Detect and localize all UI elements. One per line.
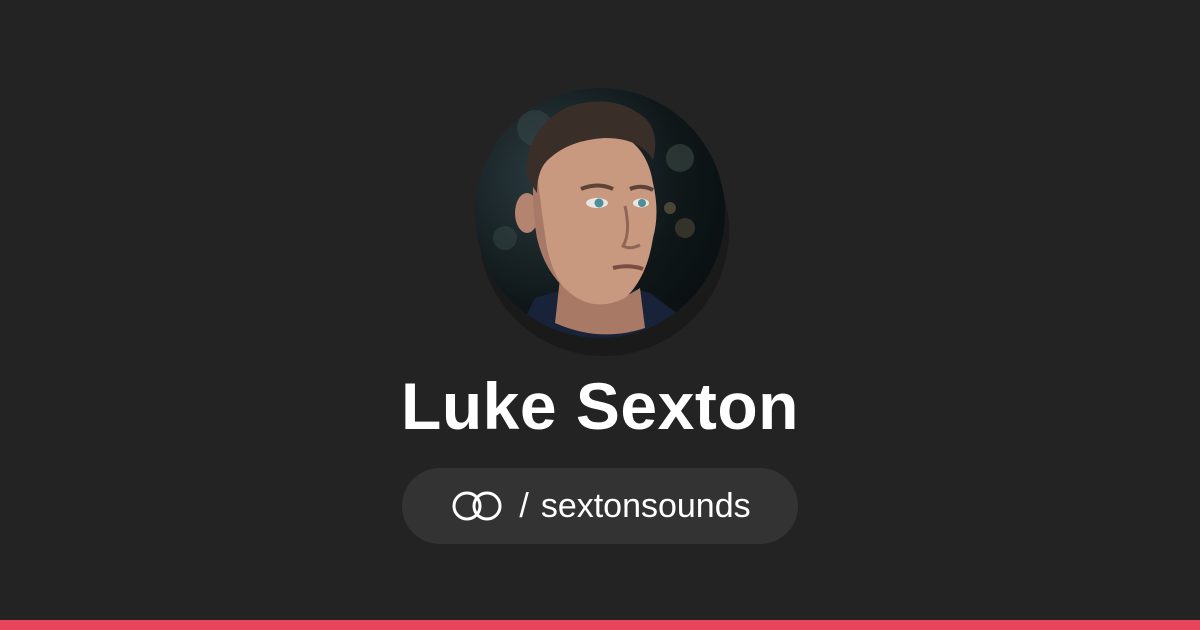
avatar[interactable] bbox=[475, 88, 725, 338]
accent-bar bbox=[0, 620, 1200, 630]
avatar-portrait bbox=[493, 101, 695, 338]
profile-card: Luke Sexton / sextonsounds bbox=[0, 0, 1200, 630]
handle-separator: / bbox=[519, 487, 529, 525]
profile-handle: sextonsounds bbox=[540, 487, 751, 525]
profile-name: Luke Sexton bbox=[401, 369, 799, 443]
link-icon bbox=[452, 491, 502, 521]
avatar-container bbox=[475, 88, 729, 356]
handle-pill[interactable]: / sextonsounds bbox=[402, 468, 798, 544]
